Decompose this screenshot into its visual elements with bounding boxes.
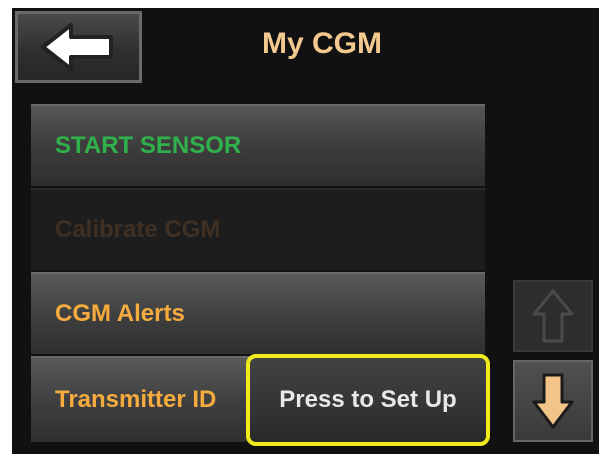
scroll-up-button [513, 280, 593, 352]
arrow-up-icon [532, 289, 574, 343]
calibrate-cgm-button: Calibrate CGM [31, 188, 485, 270]
arrow-left-icon [40, 23, 113, 71]
start-sensor-label: START SENSOR [55, 132, 242, 159]
back-button[interactable] [15, 11, 142, 83]
cgm-alerts-label: CGM Alerts [55, 300, 185, 327]
cgm-screen: My CGM START SENSOR Calibrate CGM CGM Al… [12, 8, 599, 454]
transmitter-id-label: Transmitter ID [55, 386, 217, 413]
press-to-set-up-button[interactable]: Press to Set Up [246, 354, 490, 446]
cgm-alerts-button[interactable]: CGM Alerts [31, 272, 485, 354]
press-to-set-up-label: Press to Set Up [279, 386, 457, 413]
start-sensor-button[interactable]: START SENSOR [31, 104, 485, 186]
arrow-down-icon [532, 373, 574, 429]
page-title: My CGM [262, 27, 382, 60]
scroll-down-button[interactable] [513, 360, 593, 442]
calibrate-cgm-label: Calibrate CGM [55, 216, 221, 243]
